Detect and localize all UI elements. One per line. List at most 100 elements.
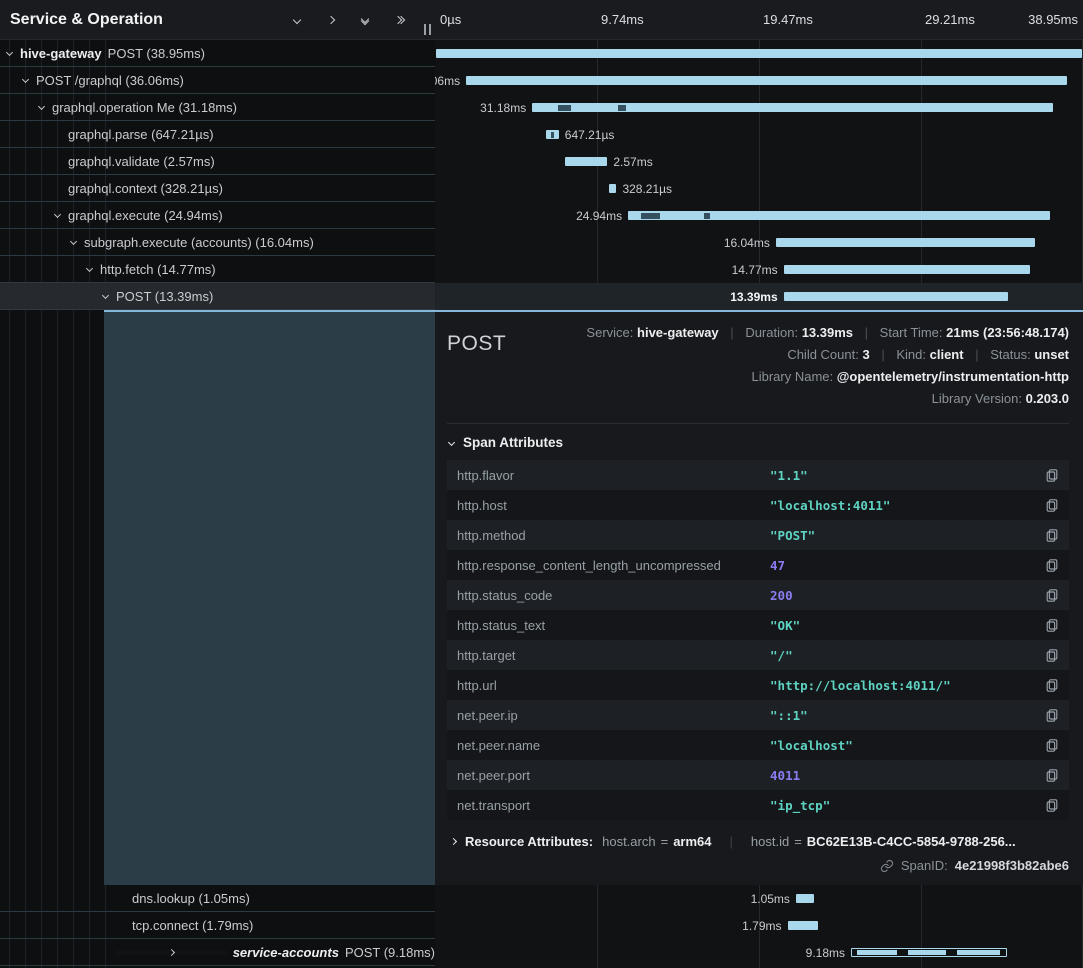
resource-key: host.arch — [602, 834, 655, 849]
ruler-tick: 0µs — [440, 12, 461, 27]
attribute-key: http.host — [457, 498, 770, 513]
tree-row-post-selected[interactable]: POST (13.39ms) — [0, 283, 435, 310]
span-bar[interactable] — [532, 103, 1052, 112]
meta-label: Start Time: — [880, 325, 943, 340]
tree-controls — [289, 12, 407, 28]
meta-value: 13.39ms — [802, 325, 853, 340]
span-label: tcp.connect (1.79ms) — [132, 918, 253, 933]
attribute-key: http.target — [457, 648, 770, 663]
timeline-row[interactable]: 14.77ms — [435, 256, 1083, 283]
copy-button[interactable] — [1041, 618, 1059, 633]
timeline-row[interactable]: 9.18ms — [435, 939, 1083, 966]
attribute-row: http.status_code200 — [447, 580, 1069, 610]
span-attributes-toggle[interactable]: Span Attributes — [449, 435, 1069, 450]
tree-row-graphql-parse[interactable]: graphql.parse (647.21µs) — [0, 121, 435, 148]
copy-button[interactable] — [1041, 798, 1059, 813]
copy-button[interactable] — [1041, 648, 1059, 663]
chevron-down-icon[interactable] — [84, 268, 94, 271]
timeline-row[interactable] — [435, 40, 1083, 67]
attribute-row: http.url"http://localhost:4011/" — [447, 670, 1069, 700]
span-id-label: SpanID: — [901, 858, 948, 873]
chevron-down-icon — [448, 439, 455, 446]
tree-row-hive-gateway[interactable]: hive-gateway POST (38.95ms) — [0, 40, 435, 67]
tree-row-service-accounts[interactable]: service-accounts POST (9.18ms) — [0, 939, 435, 966]
panel-title: Service & Operation — [10, 11, 289, 29]
timeline-panel: 0µs 9.74ms 19.47ms 29.21ms 38.95ms 36.06… — [435, 0, 1083, 968]
chevron-down-icon[interactable] — [68, 241, 78, 244]
timeline-row[interactable]: 1.05ms — [435, 885, 1083, 912]
chevron-down-icon[interactable] — [36, 106, 46, 109]
span-label: graphql.execute (24.94ms) — [68, 208, 223, 223]
span-bar[interactable] — [784, 292, 1009, 301]
attribute-key: http.method — [457, 528, 770, 543]
tree-row-subgraph-execute[interactable]: subgraph.execute (accounts) (16.04ms) — [0, 229, 435, 256]
copy-button[interactable] — [1041, 588, 1059, 603]
span-bar[interactable] — [466, 76, 1067, 85]
span-bar[interactable] — [609, 184, 616, 193]
timeline-row-selected[interactable]: 13.39ms — [435, 283, 1083, 310]
span-label: graphql.parse (647.21µs) — [68, 127, 214, 142]
copy-button[interactable] — [1041, 768, 1059, 783]
copy-button[interactable] — [1041, 498, 1059, 513]
timeline-row[interactable]: 24.94ms — [435, 202, 1083, 229]
span-bar[interactable] — [436, 49, 1081, 58]
timeline-row[interactable]: 1.79ms — [435, 912, 1083, 939]
span-bar[interactable] — [796, 894, 814, 903]
tree-row-graphql-operation[interactable]: graphql.operation Me (31.18ms) — [0, 94, 435, 121]
chevron-right-icon[interactable] — [323, 12, 339, 28]
timeline-row[interactable]: 2.57ms — [435, 148, 1083, 175]
tree-row-http-fetch[interactable]: http.fetch (14.77ms) — [0, 256, 435, 283]
copy-button[interactable] — [1041, 678, 1059, 693]
tree-row-dns-lookup[interactable]: dns.lookup (1.05ms) — [0, 885, 435, 912]
span-bar[interactable] — [546, 130, 558, 139]
copy-button[interactable] — [1041, 738, 1059, 753]
attribute-value: 200 — [770, 588, 1041, 603]
chevron-down-icon[interactable] — [100, 295, 110, 298]
attribute-row: net.transport"ip_tcp" — [447, 790, 1069, 820]
span-label: POST /graphql (36.06ms) — [36, 73, 184, 88]
copy-button[interactable] — [1041, 708, 1059, 723]
duration-label: 36.06ms — [435, 74, 460, 88]
timeline-row[interactable]: 36.06ms — [435, 67, 1083, 94]
tree-row-graphql-execute[interactable]: graphql.execute (24.94ms) — [0, 202, 435, 229]
copy-button[interactable] — [1041, 468, 1059, 483]
span-bar[interactable] — [776, 238, 1035, 247]
span-bar[interactable] — [851, 948, 1007, 957]
ruler-tick: 19.47ms — [763, 12, 813, 27]
span-label: dns.lookup (1.05ms) — [132, 891, 250, 906]
chevron-down-icon[interactable] — [20, 79, 30, 82]
tree-row-graphql-validate[interactable]: graphql.validate (2.57ms) — [0, 148, 435, 175]
chevron-down-icon[interactable] — [52, 214, 62, 217]
copy-button[interactable] — [1041, 528, 1059, 543]
double-chevron-down-icon[interactable] — [357, 12, 373, 28]
timeline-row[interactable]: 31.18ms — [435, 94, 1083, 121]
span-bar[interactable] — [628, 211, 1050, 220]
timeline-row[interactable]: 647.21µs — [435, 121, 1083, 148]
chevron-right-icon[interactable] — [116, 950, 227, 955]
span-bar[interactable] — [565, 157, 608, 166]
double-chevron-right-icon[interactable] — [391, 12, 407, 28]
chevron-down-icon[interactable] — [289, 12, 305, 28]
meta-label: Library Name: — [751, 369, 833, 384]
resource-attributes-toggle[interactable]: Resource Attributes: host.arch=arm64 | h… — [451, 834, 1069, 849]
copy-button[interactable] — [1041, 558, 1059, 573]
attribute-key: http.response_content_length_uncompresse… — [457, 558, 770, 573]
span-bar[interactable] — [784, 265, 1031, 274]
chevron-down-icon[interactable] — [4, 52, 14, 55]
attribute-key: http.status_text — [457, 618, 770, 633]
attribute-key: net.peer.ip — [457, 708, 770, 723]
tree-row-graphql-context[interactable]: graphql.context (328.21µs) — [0, 175, 435, 202]
timeline-row[interactable]: 328.21µs — [435, 175, 1083, 202]
tree-row-tcp-connect[interactable]: tcp.connect (1.79ms) — [0, 912, 435, 939]
meta-value: @opentelemetry/instrumentation-http — [837, 369, 1069, 384]
span-bar[interactable] — [788, 921, 818, 930]
span-label: POST (38.95ms) — [108, 46, 205, 61]
tree-row-post-graphql[interactable]: POST /graphql (36.06ms) — [0, 67, 435, 94]
attribute-key: http.url — [457, 678, 770, 693]
link-icon[interactable] — [880, 859, 894, 873]
meta-value: client — [930, 347, 964, 362]
meta-label: Child Count: — [787, 347, 859, 362]
panel-resize-handle[interactable] — [424, 24, 431, 35]
timeline-row[interactable]: 16.04ms — [435, 229, 1083, 256]
service-name: service-accounts — [233, 945, 339, 960]
